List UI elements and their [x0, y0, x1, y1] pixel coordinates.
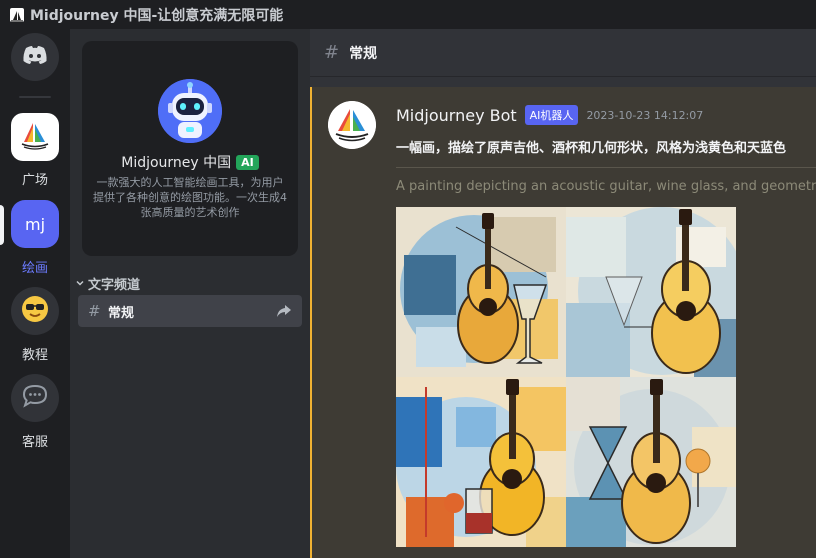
midjourney-logo-icon — [18, 118, 52, 156]
discord-icon — [22, 45, 48, 69]
sunglasses-emoji-icon — [20, 294, 50, 328]
rail-item-plaza[interactable] — [11, 113, 59, 161]
rail-separator — [19, 96, 51, 98]
channel-title: 常规 — [349, 45, 378, 62]
server-info-card[interactable]: Midjourney 中国 AI 一款强大的人工智能绘画工具，为用户提供了各种创… — [82, 41, 298, 256]
robot-icon — [158, 79, 222, 143]
message-timestamp: 2023-10-23 14:12:07 — [586, 108, 704, 122]
channel-sidebar: Midjourney 中国 AI 一款强大的人工智能绘画工具，为用户提供了各种创… — [70, 29, 310, 558]
window-titlebar: Midjourney 中国-让创意充满无限可能 — [0, 0, 816, 29]
server-description: 一款强大的人工智能绘画工具，为用户提供了各种创意的绘图功能。一次生成4张高质量的… — [93, 176, 287, 219]
channel-item-general[interactable]: # 常规 — [78, 295, 302, 327]
generated-image-grid — [396, 207, 736, 547]
generated-image-1[interactable] — [396, 207, 566, 377]
category-label: 文字频道 — [88, 278, 141, 293]
ai-badge: AI — [236, 154, 259, 170]
server-avatar — [158, 79, 222, 143]
text-channel-category[interactable]: 文字频道 — [76, 274, 140, 293]
rail-label-plaza: 广场 — [21, 173, 48, 188]
rail-label-tutorial: 教程 — [21, 348, 48, 363]
rail-item-draw[interactable]: mj — [11, 200, 59, 248]
bot-badge: AI机器人 — [524, 105, 579, 125]
hash-icon: # — [324, 42, 340, 63]
midjourney-logo-icon — [328, 101, 376, 149]
generated-image-4[interactable] — [566, 377, 736, 547]
message-divider — [396, 167, 816, 168]
generated-image-2[interactable] — [566, 207, 736, 377]
active-indicator — [0, 205, 4, 245]
bot-message: Midjourney Bot AI机器人 2023-10-23 14:12:07… — [310, 87, 816, 558]
chat-bubble-icon — [22, 384, 48, 412]
message-author[interactable]: Midjourney Bot — [396, 106, 517, 125]
rail-label-draw: 绘画 — [21, 261, 48, 276]
message-prompt-cn: 一幅画，描绘了原声吉他、酒杯和几何形状，风格为浅黄色和天蓝色 — [396, 141, 787, 156]
rail-label-support: 客服 — [21, 435, 48, 450]
generated-image-3[interactable] — [396, 377, 566, 547]
rail-item-support[interactable] — [11, 374, 59, 422]
window-title: Midjourney 中国-让创意充满无限可能 — [30, 7, 284, 24]
bot-avatar[interactable] — [328, 101, 376, 149]
rail-item-tutorial[interactable] — [11, 287, 59, 335]
chevron-down-icon — [76, 276, 84, 291]
message-header: Midjourney Bot AI机器人 2023-10-23 14:12:07 — [396, 105, 703, 125]
channel-header: # 常规 — [310, 29, 816, 77]
main-panel: # 常规 Midjourney Bot AI机器人 2023-10-23 14:… — [310, 29, 816, 558]
discord-home-button[interactable] — [11, 33, 59, 81]
mj-text-icon: mj — [24, 214, 46, 234]
server-rail: 广场 mj 绘画 教程 客服 — [0, 29, 70, 558]
server-name: Midjourney 中国 — [121, 155, 232, 171]
server-name-row: Midjourney 中国 AI — [82, 152, 298, 172]
share-icon[interactable] — [276, 303, 292, 322]
message-prompt-en: A painting depicting an acoustic guitar,… — [396, 179, 816, 194]
hash-icon: # — [88, 302, 101, 320]
channel-name: 常规 — [108, 305, 135, 321]
midjourney-logo-icon — [10, 7, 24, 22]
